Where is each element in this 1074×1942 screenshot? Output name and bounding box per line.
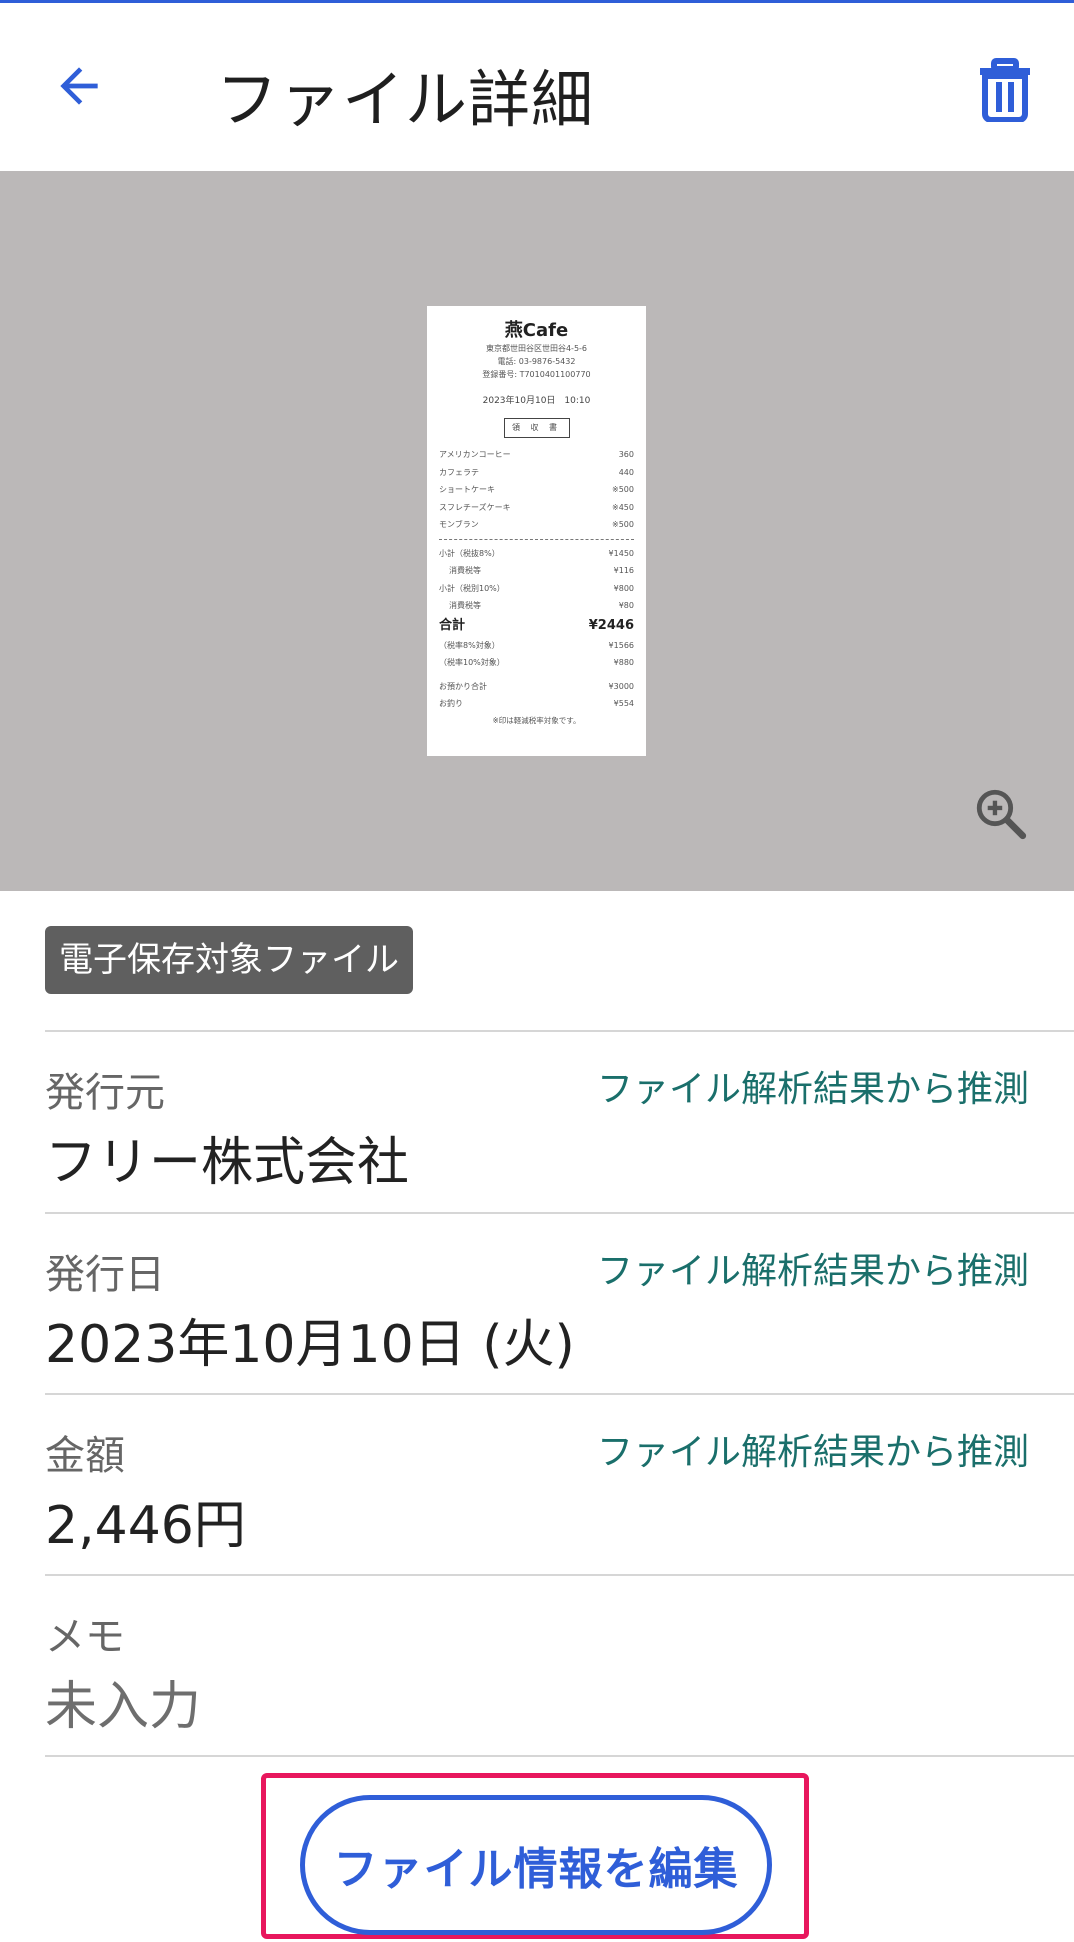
receipt-item: スフレチーズケーキ ※450 [439, 502, 634, 512]
issue-date-label: 発行日 [45, 1252, 165, 1298]
page-title: ファイル詳細 [216, 63, 595, 136]
receipt-breakdown: （税率10%対象） ¥880 [439, 658, 634, 667]
issue-date-value: 2023年10月10日 (火) [45, 1315, 575, 1375]
receipt-total: 合計 ¥2446 [439, 617, 634, 633]
receipt-payment: お釣り ¥554 [439, 699, 634, 708]
receipt-tax: 消費税等 ¥116 [449, 566, 634, 575]
amount-hint: ファイル解析結果から推測 [596, 1432, 1029, 1473]
receipt-registration: 登録番号: T7010401100770 [482, 370, 591, 379]
issuer-value: フリー株式会社 [45, 1133, 410, 1193]
issuer-label: 発行元 [45, 1070, 165, 1116]
amount-label: 金額 [45, 1433, 125, 1479]
zoom-in-icon [976, 789, 1027, 840]
receipt-doc-type: 領 収 書 [503, 418, 570, 438]
back-button[interactable] [48, 55, 110, 117]
issue-date-field: 発行日 ファイル解析結果から推測 2023年10月10日 (火) [45, 1214, 1029, 1392]
amount-field: 金額 ファイル解析結果から推測 2,446円 [45, 1395, 1029, 1573]
receipt-note: ※印は軽減税率対象です。 [492, 715, 581, 725]
receipt-breakdown: （税率8%対象） ¥1566 [439, 640, 634, 650]
receipt-item: カフェラテ 440 [439, 467, 634, 477]
memo-field: メモ 未入力 [45, 1576, 1029, 1754]
memo-label: メモ [45, 1614, 125, 1660]
receipt-shop-name: 燕Cafe [504, 320, 569, 341]
issuer-hint: ファイル解析結果から推測 [596, 1069, 1029, 1110]
receipt-separator [439, 538, 634, 540]
arrow-left-icon [60, 67, 98, 105]
file-preview[interactable]: 燕Cafe 東京都世田谷区世田谷4-5-6 電話: 03-9876-5432 登… [0, 171, 1074, 891]
electronic-storage-badge: 電子保存対象ファイル [45, 926, 413, 994]
memo-value: 未入力 [45, 1677, 202, 1737]
zoom-button[interactable] [972, 785, 1030, 843]
delete-button[interactable] [974, 55, 1036, 125]
issuer-field: 発行元 ファイル解析結果から推測 フリー株式会社 [45, 1032, 1029, 1210]
receipt-image: 燕Cafe 東京都世田谷区世田谷4-5-6 電話: 03-9876-5432 登… [427, 306, 646, 756]
receipt-subtotal: 小計（税別10%） ¥800 [439, 583, 634, 593]
receipt-datetime: 2023年10月10日 10:10 [482, 396, 591, 406]
divider [45, 1755, 1074, 1757]
amount-value: 2,446円 [45, 1496, 246, 1556]
receipt-tax: 消費税等 ¥80 [449, 601, 634, 610]
receipt-item: モンブラン ※500 [439, 520, 634, 529]
receipt-phone: 電話: 03-9876-5432 [497, 357, 576, 366]
issue-date-hint: ファイル解析結果から推測 [596, 1251, 1029, 1292]
receipt-item: アメリカンコーヒー 360 [439, 450, 634, 459]
receipt-address: 東京都世田谷区世田谷4-5-6 [485, 344, 588, 353]
app-bar: ファイル詳細 [0, 3, 1074, 171]
receipt-payment: お預かり合計 ¥3000 [439, 681, 634, 691]
trash-icon [980, 58, 1030, 122]
edit-file-info-button[interactable]: ファイル情報を編集 [300, 1795, 772, 1935]
receipt-subtotal: 小計（税抜8%） ¥1450 [439, 548, 634, 558]
receipt-item: ショートケーキ ※500 [439, 485, 634, 494]
